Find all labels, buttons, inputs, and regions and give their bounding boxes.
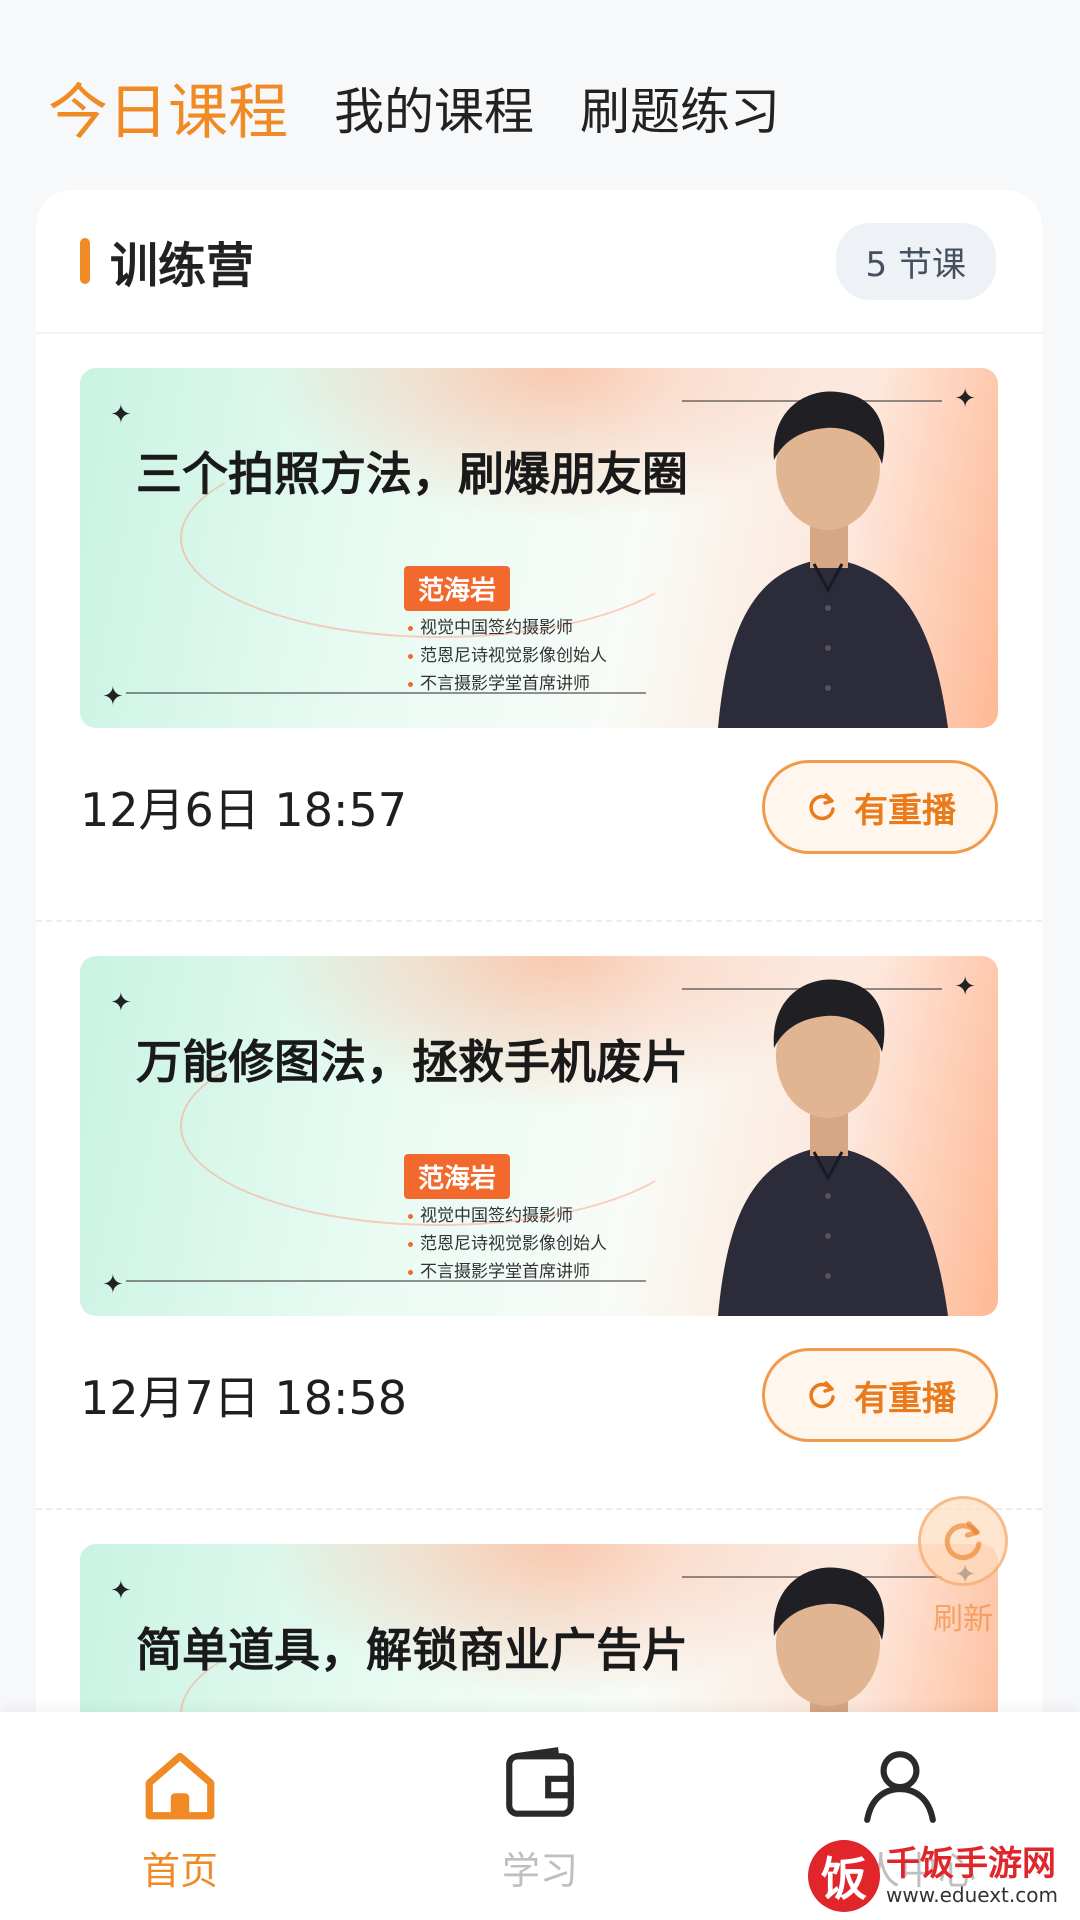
refresh-label: 刷新 <box>933 1602 993 1637</box>
lesson-time: 12月6日 18:57 <box>80 783 407 837</box>
instructor-photo <box>718 391 948 728</box>
site-watermark: 饭 千饭手游网 www.eduext.com <box>808 1840 1058 1912</box>
instructor-credentials: 视觉中国签约摄影师 范恩尼诗视觉影像创始人 不言摄影学堂首席讲师 <box>408 1202 607 1286</box>
credential-item: 范恩尼诗视觉影像创始人 <box>408 642 607 670</box>
nav-home-label: 首页 <box>141 1849 218 1893</box>
sparkle-icon: ✦ <box>102 682 124 712</box>
lesson-banner[interactable]: ✦ ✦ ✦ 万能修图法，拯救手机废片 范海岩 视觉中国签约摄影师 范恩尼诗视觉影… <box>80 956 998 1316</box>
replay-button[interactable]: 有重播 <box>762 1348 998 1442</box>
credential-item: 范恩尼诗视觉影像创始人 <box>408 1230 607 1258</box>
instructor-photo <box>718 979 948 1316</box>
refresh-icon <box>918 1496 1008 1586</box>
lesson-banner[interactable]: ✦ ✦ ✦ 三个拍照方法，刷爆朋友圈 范海岩 视觉中国签约摄影师 范恩尼诗视觉影… <box>80 368 998 728</box>
instructor-credentials: 视觉中国签约摄影师 范恩尼诗视觉影像创始人 不言摄影学堂首席讲师 <box>408 614 607 698</box>
watermark-seal: 饭 <box>808 1840 880 1912</box>
card-header: 训练营 5 节课 <box>36 190 1042 334</box>
replay-label: 有重播 <box>854 1378 956 1419</box>
credential-item: 视觉中国签约摄影师 <box>408 1202 607 1230</box>
banner-title: 简单道具，解锁商业广告片 <box>136 1623 688 1677</box>
tab-practice[interactable]: 刷题练习 <box>580 72 780 144</box>
banner-title: 万能修图法，拯救手机废片 <box>136 1035 688 1089</box>
replay-button[interactable]: 有重播 <box>762 760 998 854</box>
lesson-list: ✦ ✦ ✦ 三个拍照方法，刷爆朋友圈 范海岩 视觉中国签约摄影师 范恩尼诗视觉影… <box>36 334 1042 1750</box>
replay-label: 有重播 <box>854 790 956 831</box>
watermark-title: 千饭手游网 <box>886 1844 1056 1885</box>
nav-study[interactable]: 学习 <box>440 1744 640 1895</box>
lesson-meta: 12月7日 18:58 有重播 <box>80 1348 998 1442</box>
user-icon <box>864 1751 936 1823</box>
lesson-item[interactable]: ✦ ✦ ✦ 万能修图法，拯救手机废片 范海岩 视觉中国签约摄影师 范恩尼诗视觉影… <box>36 922 1042 1510</box>
replay-icon <box>809 1381 835 1409</box>
watermark-text: 千饭手游网 www.eduext.com <box>886 1844 1058 1907</box>
banner-title: 三个拍照方法，刷爆朋友圈 <box>136 447 688 501</box>
replay-icon <box>809 793 835 821</box>
top-tab-bar: 今日课程 我的课程 刷题练习 <box>48 64 780 151</box>
home-icon <box>145 1752 215 1820</box>
refresh-button[interactable]: 刷新 <box>918 1496 1008 1638</box>
lesson-count-badge: 5 节课 <box>835 222 996 300</box>
sparkle-icon: ✦ <box>102 1270 124 1300</box>
nav-home[interactable]: 首页 <box>80 1744 280 1895</box>
lesson-time: 12月7日 18:58 <box>80 1371 407 1425</box>
lesson-meta: 12月6日 18:57 有重播 <box>80 760 998 854</box>
credential-item: 不言摄影学堂首席讲师 <box>408 670 607 698</box>
credential-item: 视觉中国签约摄影师 <box>408 614 607 642</box>
wallet-icon <box>506 1747 574 1817</box>
tab-my-courses[interactable]: 我的课程 <box>334 72 534 144</box>
sparkle-icon: ✦ <box>110 988 132 1018</box>
accent-bar <box>80 238 90 284</box>
sparkle-icon: ✦ <box>110 1576 132 1606</box>
section-title: 训练营 <box>110 238 255 294</box>
watermark-url: www.eduext.com <box>886 1882 1058 1907</box>
tab-today-courses[interactable]: 今日课程 <box>48 64 288 151</box>
course-card: 训练营 5 节课 ✦ ✦ ✦ 三个拍照方法，刷爆朋友圈 范海岩 视觉中国签约摄影… <box>36 190 1042 1750</box>
instructor-name-tag: 范海岩 <box>404 566 511 611</box>
instructor-name-tag: 范海岩 <box>404 1154 511 1199</box>
lesson-item[interactable]: ✦ ✦ ✦ 三个拍照方法，刷爆朋友圈 范海岩 视觉中国签约摄影师 范恩尼诗视觉影… <box>36 334 1042 922</box>
nav-study-label: 学习 <box>501 1849 578 1893</box>
sparkle-icon: ✦ <box>110 400 132 430</box>
credential-item: 不言摄影学堂首席讲师 <box>408 1258 607 1286</box>
